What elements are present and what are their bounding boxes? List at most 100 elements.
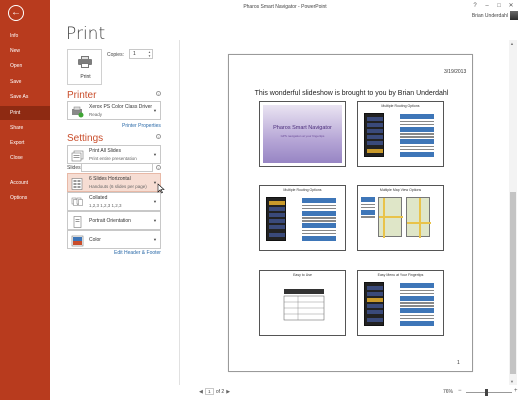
printer-status: Ready [89, 112, 103, 117]
settings-heading: Settings [67, 133, 104, 144]
user-name[interactable]: Brian Underdahl [472, 13, 508, 19]
map-screenshot-image [406, 197, 431, 238]
nav-item-share[interactable]: Share [0, 121, 50, 135]
nav-item-account[interactable]: Account [0, 176, 50, 190]
color-title: Color [89, 237, 101, 243]
orientation-dropdown[interactable]: Portrait Orientation ▼ [67, 211, 161, 230]
slide-thumbnail: Easy to Use [259, 270, 346, 336]
collation-dropdown[interactable]: Collated 1,2,3 1,2,3 1,2,3 ▼ [67, 192, 161, 211]
maximize-icon[interactable]: □ [494, 2, 504, 10]
orientation-title: Portrait Orientation [89, 218, 131, 224]
handout-layout-icon [71, 177, 84, 190]
slides-stack-icon [71, 149, 84, 162]
backstage-nav: ← Info New Open Save Save As Print Share… [0, 0, 50, 400]
collated-pages-icon [71, 196, 84, 208]
panel-divider [179, 40, 180, 385]
nav-item-open[interactable]: Open [0, 59, 50, 73]
page-number: 1 [457, 360, 460, 366]
page-number-input[interactable]: 1 [204, 388, 214, 395]
slide-thumbnail: Pharos Smart Navigator GPS navigation at… [259, 101, 346, 167]
help-icon[interactable]: ? [470, 2, 480, 10]
info-icon[interactable]: i [156, 165, 161, 170]
window-controls: ? – □ ✕ [470, 2, 516, 10]
zoom-slider[interactable] [466, 392, 512, 393]
slide-text-block [400, 283, 434, 327]
nav-item-close[interactable]: Close [0, 151, 50, 165]
print-range-dropdown[interactable]: Print All Slides Print entire presentati… [67, 145, 161, 164]
printer-status-icon [71, 105, 84, 118]
preview-scrollbar[interactable]: ▲ ▼ [509, 40, 517, 385]
scroll-down-icon[interactable]: ▼ [510, 379, 514, 384]
slide-text-block [302, 198, 336, 242]
printer-properties-link[interactable]: Printer Properties [122, 123, 161, 129]
page-navigator: ◀ 1 of 2 ▶ [199, 388, 230, 395]
layout-subtitle: Handouts (6 slides per page) [89, 184, 147, 189]
preview-page: 3/19/2013 This wonderful slideshow is br… [228, 54, 473, 372]
slides-input[interactable] [81, 163, 153, 172]
copies-stepper[interactable]: 1 ▲ ▼ [129, 49, 153, 59]
nav-item-save-as[interactable]: Save As [0, 90, 50, 104]
page-date: 3/19/2013 [444, 69, 467, 75]
copies-label: Copies: [107, 52, 124, 58]
collation-title: Collated [89, 195, 108, 201]
avatar[interactable] [510, 11, 518, 20]
zoom-in-icon[interactable]: + [514, 388, 518, 394]
previous-page-icon[interactable]: ◀ [199, 389, 203, 395]
info-icon[interactable]: i [156, 134, 161, 139]
slide-title: Easy Menu at Your Fingertips [377, 273, 424, 277]
nav-item-save[interactable]: Save [0, 75, 50, 89]
nav-item-new[interactable]: New [0, 44, 50, 58]
print-button-label: Print [80, 74, 91, 80]
page-total-label: of 2 [215, 388, 225, 395]
color-dropdown[interactable]: Color ▼ [67, 230, 161, 249]
title-slide-background: Pharos Smart Navigator GPS navigation at… [263, 105, 342, 163]
nav-item-print[interactable]: Print [0, 106, 50, 120]
mouse-cursor-icon [157, 183, 165, 194]
page-header: This wonderful slideshow is brought to y… [254, 90, 449, 97]
slide-thumbnail: Easy Menu at Your Fingertips [357, 270, 444, 336]
nav-item-options[interactable]: Options [0, 191, 50, 205]
window-title: Pharos Smart Navigator - PowerPoint [243, 4, 327, 10]
print-button[interactable]: Print [67, 49, 102, 85]
zoom-slider-thumb[interactable] [485, 389, 489, 396]
page-title: Print [66, 24, 106, 44]
phone-screenshot-image [266, 197, 286, 241]
printer-icon [78, 56, 92, 68]
layout-title: 6 Slides Horizontal [89, 176, 131, 182]
edit-header-footer-link[interactable]: Edit Header & Footer [114, 250, 161, 256]
chevron-down-icon: ▼ [153, 108, 157, 113]
scroll-up-icon[interactable]: ▲ [510, 41, 514, 46]
printer-dropdown[interactable]: Xerox PS Color Class Driver Ready ▼ [67, 101, 161, 120]
map-screenshot-image [378, 197, 403, 238]
slides-label: Slides: [67, 165, 83, 171]
zoom-out-icon[interactable]: − [458, 388, 462, 394]
spinner-arrows-icon[interactable]: ▲ ▼ [148, 50, 151, 58]
slide-thumbnail: Multiple Routing Options [357, 101, 444, 167]
collation-subtitle: 1,2,3 1,2,3 1,2,3 [89, 203, 122, 208]
slide-thumbnail: Multiple Map View Options [357, 185, 444, 251]
slide-text-block [400, 114, 434, 158]
chevron-down-icon: ▼ [153, 199, 157, 204]
nav-item-info[interactable]: Info [0, 29, 50, 43]
slide-title: Multiple Routing Options [381, 104, 420, 108]
next-page-icon[interactable]: ▶ [226, 389, 230, 395]
info-icon[interactable]: i [156, 91, 161, 96]
title-bar: Pharos Smart Navigator - PowerPoint ? – … [50, 0, 520, 22]
printer-name: Xerox PS Color Class Driver [89, 104, 153, 110]
back-arrow-icon[interactable]: ← [8, 5, 24, 21]
scrollbar-thumb[interactable] [510, 192, 516, 374]
slide-thumbnail: Multiple Routing Options [259, 185, 346, 251]
slide-text-block [361, 197, 375, 219]
minimize-icon[interactable]: – [482, 2, 492, 10]
portrait-page-icon [71, 215, 84, 228]
layout-dropdown[interactable]: 6 Slides Horizontal Handouts (6 slides p… [67, 173, 161, 192]
print-range-subtitle: Print entire presentation [89, 156, 137, 161]
printer-heading: Printer [67, 90, 97, 101]
phone-screenshot-image [364, 113, 384, 157]
nav-item-export[interactable]: Export [0, 136, 50, 150]
zoom-level[interactable]: 76% [443, 389, 453, 395]
slide-title: Multiple Map View Options [379, 188, 422, 192]
chevron-down-icon: ▼ [153, 237, 157, 242]
close-icon[interactable]: ✕ [506, 2, 516, 10]
chevron-down-icon: ▼ [153, 152, 157, 157]
